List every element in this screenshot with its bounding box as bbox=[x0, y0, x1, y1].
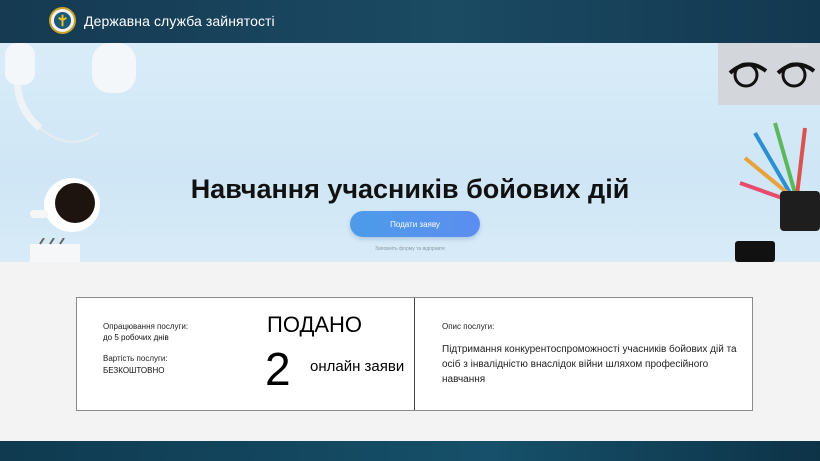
footer-bar bbox=[0, 441, 820, 461]
submitted-count: 2 bbox=[265, 343, 291, 395]
headphones-icon bbox=[5, 43, 136, 143]
emblem-icon[interactable] bbox=[49, 7, 76, 34]
cost-value: БЕЗКОШТОВНО bbox=[103, 366, 165, 375]
hero-banner: Навчання учасників бойових дій Подати за… bbox=[0, 43, 820, 262]
processing-value: до 5 робочих днів bbox=[103, 333, 169, 342]
top-bar: Державна служба зайнятості bbox=[0, 0, 820, 43]
card-divider bbox=[414, 298, 415, 410]
service-description: Підтримання конкурентоспроможності учасн… bbox=[442, 344, 737, 385]
submitted-unit: онлайн заяви bbox=[310, 358, 405, 375]
brand-title[interactable]: Державна служба зайнятості bbox=[84, 13, 275, 29]
description-label: Опис послуги: bbox=[442, 322, 495, 331]
cta-hint: Заповніть форму та відправте bbox=[374, 246, 446, 252]
processing-label: Опрацювання послуги: bbox=[103, 322, 189, 331]
service-info-card: Опрацювання послуги: до 5 робочих днів В… bbox=[76, 297, 753, 411]
cost-label: Вартість послуги: bbox=[103, 354, 168, 363]
submitted-label: ПОДАНО bbox=[267, 312, 363, 337]
page-title: Навчання учасників бойових дій bbox=[190, 174, 630, 204]
submit-application-button[interactable]: Подати заяву bbox=[350, 211, 480, 237]
laptop-icon bbox=[718, 43, 820, 105]
